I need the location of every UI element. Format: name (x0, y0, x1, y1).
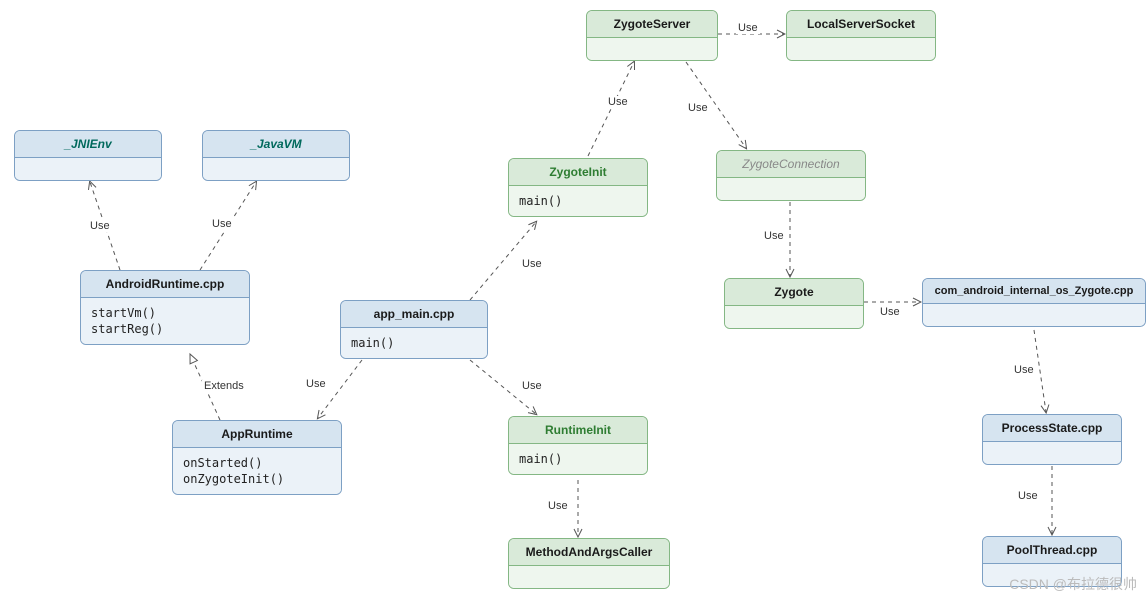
class-title: ZygoteConnection (717, 151, 865, 178)
edge-zygoteserver-zygoteconnection (686, 62, 746, 148)
class-runtimeinit[interactable]: RuntimeInit main() (508, 416, 648, 475)
class-title: RuntimeInit (509, 417, 647, 444)
edge-label: Use (520, 258, 544, 270)
class-appruntime[interactable]: AppRuntime onStarted() onZygoteInit() (172, 420, 342, 495)
edge-appmain-appruntime (318, 360, 362, 418)
class-body: main() (341, 328, 487, 358)
edge-label: Use (762, 230, 786, 242)
class-title: Zygote (725, 279, 863, 306)
method: main() (351, 336, 477, 350)
class-title: app_main.cpp (341, 301, 487, 328)
class-body (203, 158, 349, 180)
edge-label: Use (1012, 364, 1036, 376)
class-title: PoolThread.cpp (983, 537, 1121, 564)
class-comandroidzygote[interactable]: com_android_internal_os_Zygote.cpp (922, 278, 1146, 327)
class-body (923, 304, 1145, 326)
class-appmain[interactable]: app_main.cpp main() (340, 300, 488, 359)
edge-label: Use (520, 380, 544, 392)
edge-appruntime-androidruntime (190, 354, 220, 420)
class-body (15, 158, 161, 180)
edge-zygoteinit-zygoteserver (588, 62, 634, 156)
class-zygoteconnection[interactable]: ZygoteConnection (716, 150, 866, 201)
class-body (587, 38, 717, 60)
class-body (983, 442, 1121, 464)
class-title: MethodAndArgsCaller (509, 539, 669, 566)
class-title: _JavaVM (203, 131, 349, 158)
class-zygote[interactable]: Zygote (724, 278, 864, 329)
method: main() (519, 194, 637, 208)
class-body: main() (509, 186, 647, 216)
edge-label: Use (878, 306, 902, 318)
class-body (717, 178, 865, 200)
class-localserversocket[interactable]: LocalServerSocket (786, 10, 936, 61)
edge-label: Use (736, 22, 760, 34)
method: startReg() (91, 322, 239, 336)
edge-label: Use (686, 102, 710, 114)
edge-label: Extends (202, 380, 246, 392)
class-title: AndroidRuntime.cpp (81, 271, 249, 298)
class-androidruntime[interactable]: AndroidRuntime.cpp startVm() startReg() (80, 270, 250, 345)
edge-label: Use (1016, 490, 1040, 502)
edge-label: Use (210, 218, 234, 230)
method: onZygoteInit() (183, 472, 331, 486)
class-body (983, 564, 1121, 586)
class-title: _JNIEnv (15, 131, 161, 158)
class-methodargs[interactable]: MethodAndArgsCaller (508, 538, 670, 589)
class-body (725, 306, 863, 328)
edge-label: Use (88, 220, 112, 232)
method: main() (519, 452, 637, 466)
edge-comandroidzygote-processstate (1034, 330, 1046, 412)
class-body: main() (509, 444, 647, 474)
class-title: com_android_internal_os_Zygote.cpp (923, 279, 1145, 304)
class-jnienv[interactable]: _JNIEnv (14, 130, 162, 181)
edge-androidruntime-jnienv (90, 182, 120, 270)
class-zygoteserver[interactable]: ZygoteServer (586, 10, 718, 61)
class-body: startVm() startReg() (81, 298, 249, 344)
class-processstate[interactable]: ProcessState.cpp (982, 414, 1122, 465)
edge-label: Use (546, 500, 570, 512)
class-title: LocalServerSocket (787, 11, 935, 38)
class-body: onStarted() onZygoteInit() (173, 448, 341, 494)
edge-androidruntime-javavm (200, 182, 256, 270)
edge-label: Use (304, 378, 328, 390)
class-poolthread[interactable]: PoolThread.cpp (982, 536, 1122, 587)
class-title: ProcessState.cpp (983, 415, 1121, 442)
class-javavm[interactable]: _JavaVM (202, 130, 350, 181)
class-title: ZygoteInit (509, 159, 647, 186)
class-body (509, 566, 669, 588)
class-zygoteinit[interactable]: ZygoteInit main() (508, 158, 648, 217)
edge-appmain-zygoteinit (470, 222, 536, 300)
class-body (787, 38, 935, 60)
class-title: ZygoteServer (587, 11, 717, 38)
method: onStarted() (183, 456, 331, 470)
edge-appmain-runtimeinit (470, 360, 536, 414)
edge-label: Use (606, 96, 630, 108)
class-title: AppRuntime (173, 421, 341, 448)
method: startVm() (91, 306, 239, 320)
